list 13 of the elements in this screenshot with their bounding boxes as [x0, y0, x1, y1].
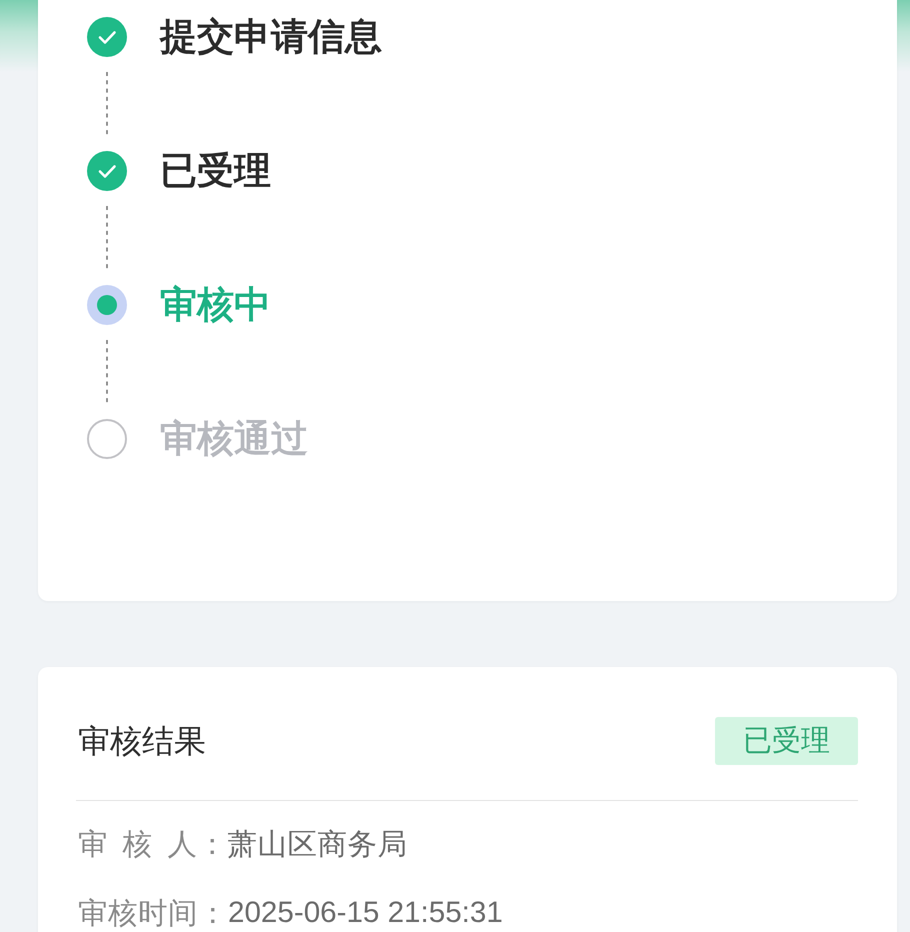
- step-label: 审核通过: [160, 419, 308, 459]
- field-label: 审 核 人：: [78, 826, 228, 862]
- step-label: 提交申请信息: [160, 17, 382, 57]
- step-label: 已受理: [160, 151, 271, 191]
- status-badge: 已受理: [715, 717, 858, 765]
- field-value: 2025-06-15 21:55:31: [228, 896, 503, 930]
- step-label: 审核中: [160, 285, 271, 325]
- step-connector: [106, 339, 108, 405]
- step-connector: [106, 71, 108, 137]
- step-connector: [106, 205, 108, 271]
- field-label: 审核时间：: [78, 896, 228, 932]
- field-value: 萧山区商务局: [227, 826, 408, 862]
- section-title: 审核结果: [78, 722, 206, 761]
